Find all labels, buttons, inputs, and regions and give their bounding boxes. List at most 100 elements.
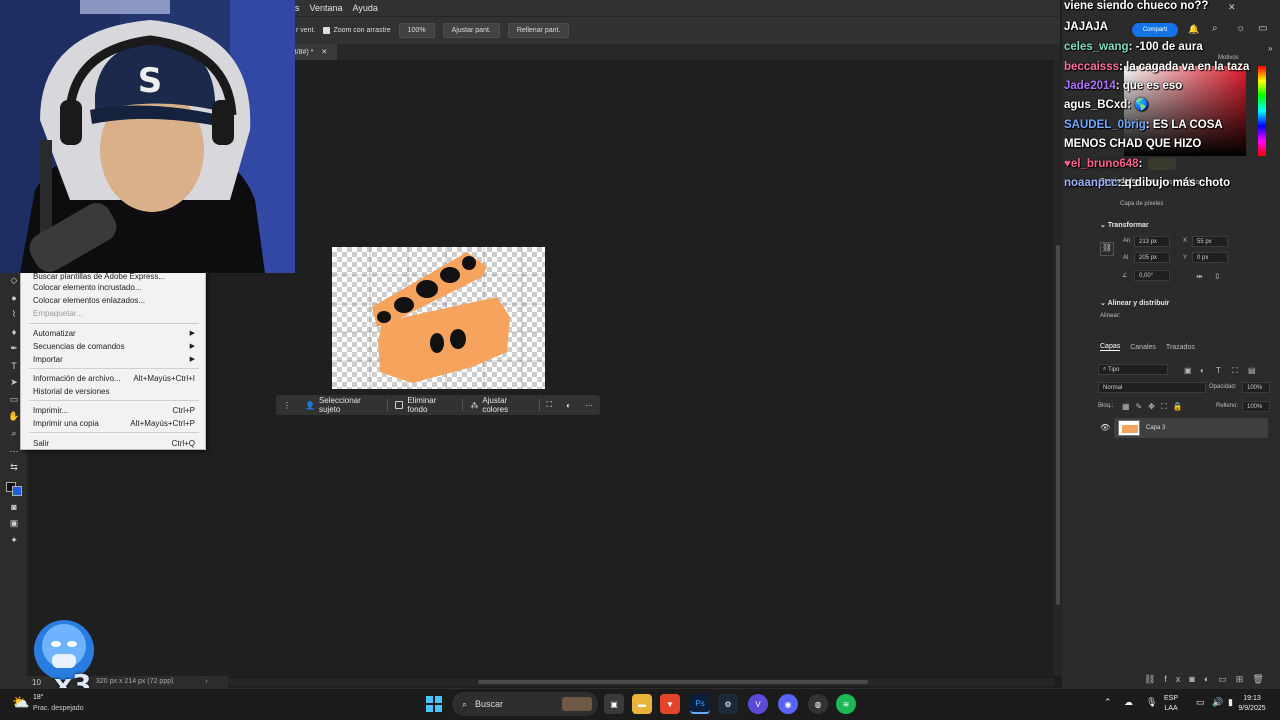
windows-start-icon[interactable]: [424, 694, 444, 714]
chat-message: beccaisss: la cagada va en la taza: [1064, 61, 1250, 73]
y-field[interactable]: 0 px: [1192, 252, 1228, 263]
menu-item: Empaquetar...: [33, 308, 83, 318]
svg-text:S: S: [138, 61, 163, 101]
horizontal-scrollbar[interactable]: [228, 678, 1054, 686]
scroll-thumb[interactable]: [1056, 245, 1060, 605]
angle-field[interactable]: 0,00°: [1134, 270, 1170, 281]
taskbar-search[interactable]: ⌕ Buscar: [452, 692, 598, 716]
microphone-icon[interactable]: 🎙: [1146, 697, 1157, 708]
height-label: Al: [1123, 255, 1129, 261]
menu-item[interactable]: Información de archivo... Alt+Mayús+Ctrl+…: [21, 372, 207, 384]
zoom-100-button[interactable]: 100%: [398, 23, 435, 38]
menu-item[interactable]: Automatizar ▶: [21, 327, 207, 339]
drag-handle[interactable]: ⋮: [276, 395, 298, 415]
layer-row[interactable]: Capa 3: [1114, 418, 1268, 438]
eye-icon[interactable]: 👁: [1100, 423, 1110, 432]
quick-mask-icon[interactable]: ◙: [0, 498, 28, 515]
chevron-right-icon[interactable]: ›: [205, 678, 207, 685]
document-tab[interactable]: B/8#) * ✕: [292, 44, 338, 60]
screen-mode-icon[interactable]: ▣: [0, 515, 28, 532]
menu-item[interactable]: Colocar elemento incrustado...: [21, 281, 207, 293]
screen: 320 px x 214 px (72 ppp) › s Ventana Ayu…: [0, 0, 1280, 720]
menu-item[interactable]: Salir Ctrl+Q: [21, 437, 207, 449]
vertical-scrollbar[interactable]: [1054, 60, 1062, 676]
photoshop-icon[interactable]: Ps: [690, 694, 710, 714]
swap-colors-icon[interactable]: ⇆: [0, 459, 28, 476]
language-indicator[interactable]: ESP LAA: [1164, 694, 1178, 714]
background-color[interactable]: [12, 486, 22, 496]
link-icon[interactable]: ⛓: [1100, 242, 1114, 256]
menu-item[interactable]: Imprimir... Ctrl+P: [21, 404, 207, 416]
chat-message: MENOS CHAD QUE HIZO: [1064, 138, 1202, 150]
battery-icon[interactable]: ▮: [1228, 697, 1233, 708]
flip-horizontal-icon[interactable]: ⇹: [1196, 272, 1203, 281]
menu-item[interactable]: Imprimir una copia Alt+Mayús+Ctrl+P: [21, 417, 207, 429]
layer-actions[interactable]: ⛓fx◙◐▭⊞🗑: [1144, 674, 1273, 685]
tab-channels[interactable]: Canales: [1130, 344, 1156, 351]
menu-ventana[interactable]: Ventana: [305, 3, 348, 13]
heart-icon: ♥: [1064, 158, 1071, 170]
adjust-colors-button[interactable]: ⁂ Ajustar colores: [463, 395, 538, 415]
streamer-video: S: [0, 0, 295, 273]
fit-screen-button[interactable]: Ajustar pant.: [442, 23, 500, 38]
submenu-arrow-icon: ▶: [189, 330, 195, 337]
filter-pixel-icon[interactable]: ▣: [1184, 366, 1192, 375]
speaker-icon[interactable]: 🔊: [1212, 697, 1223, 708]
color-swatches[interactable]: [0, 476, 28, 498]
brave-browser-icon[interactable]: ▼: [660, 694, 680, 714]
document-canvas[interactable]: [332, 247, 545, 389]
clock[interactable]: 19:13 9/9/2025: [1234, 694, 1270, 714]
file-explorer-icon[interactable]: ▬: [632, 694, 652, 714]
select-subject-button[interactable]: 👤 Seleccionar sujeto: [298, 395, 387, 415]
remove-background-button[interactable]: Eliminar fondo: [388, 395, 463, 415]
task-view-icon[interactable]: ▣: [604, 694, 624, 714]
tab-layers[interactable]: Capas: [1100, 343, 1121, 351]
scroll-thumb[interactable]: [478, 680, 868, 684]
search-icon: ⌕: [462, 698, 468, 709]
opacity-field[interactable]: 100%: [1242, 382, 1270, 393]
submenu-arrow-icon: ▶: [189, 343, 195, 350]
discord-icon[interactable]: ◉: [778, 694, 798, 714]
menu-item[interactable]: Secuencias de comandos ▶: [21, 340, 207, 352]
transform-section-title[interactable]: ⌄ Transformar: [1100, 221, 1149, 229]
menu-item[interactable]: Historial de versiones: [21, 385, 207, 397]
monitor-icon[interactable]: ▭: [1196, 697, 1205, 708]
filter-shape-icon[interactable]: ⛶: [1232, 366, 1238, 376]
layer-thumbnail: [1118, 420, 1140, 436]
scroll-all-windows-label[interactable]: r vent.: [296, 27, 315, 34]
menu-item[interactable]: Importar ▶: [21, 353, 207, 365]
weather-temp: 18°: [33, 694, 44, 701]
fill-screen-button[interactable]: Rellenar pant.: [507, 23, 570, 38]
layer-filter-select[interactable]: ⌕ Tipo: [1098, 364, 1168, 375]
chevron-up-icon[interactable]: ⌃: [1104, 697, 1112, 708]
align-section-title[interactable]: ⌄ Alinear y distribuir: [1100, 299, 1169, 307]
weather-icon[interactable]: ⛅: [12, 694, 29, 711]
menu-ayuda[interactable]: Ayuda: [348, 3, 383, 13]
x-field[interactable]: 55 px: [1192, 236, 1228, 247]
close-icon[interactable]: ✕: [321, 48, 327, 56]
tab-paths[interactable]: Trazados: [1166, 344, 1195, 351]
blend-mode-select[interactable]: Normal: [1098, 382, 1206, 393]
obs-icon[interactable]: ◍: [808, 694, 828, 714]
fill-field[interactable]: 100%: [1242, 401, 1270, 412]
vpn-icon[interactable]: V: [748, 694, 768, 714]
chat-message: JAJAJA: [1064, 21, 1109, 33]
steam-icon[interactable]: ⚙: [718, 694, 738, 714]
generative-icon[interactable]: ✦: [0, 532, 28, 549]
adjustment-icon[interactable]: ◐: [559, 395, 578, 415]
image-icon: [394, 401, 404, 409]
transform-icon[interactable]: ⛶: [540, 395, 560, 415]
width-field[interactable]: 213 px: [1134, 236, 1170, 247]
lock-icons[interactable]: ▦✎✥⛶🔒: [1122, 402, 1189, 412]
zoom-drag-checkbox[interactable]: Zoom con arrastre: [323, 27, 391, 34]
flip-vertical-icon[interactable]: ⇳: [1214, 272, 1221, 281]
height-field[interactable]: 205 px: [1134, 252, 1170, 263]
cloud-icon[interactable]: ☁: [1124, 697, 1133, 708]
spotify-icon[interactable]: ≋: [836, 694, 856, 714]
menu-item[interactable]: Colocar elementos enlazados...: [21, 294, 207, 306]
filter-type-icon[interactable]: T: [1216, 366, 1221, 375]
filter-smart-icon[interactable]: ▤: [1248, 366, 1256, 375]
fill-label: Relleno:: [1216, 403, 1239, 409]
filter-adjust-icon[interactable]: ◐: [1200, 366, 1205, 375]
more-options-icon[interactable]: ···: [578, 395, 600, 415]
